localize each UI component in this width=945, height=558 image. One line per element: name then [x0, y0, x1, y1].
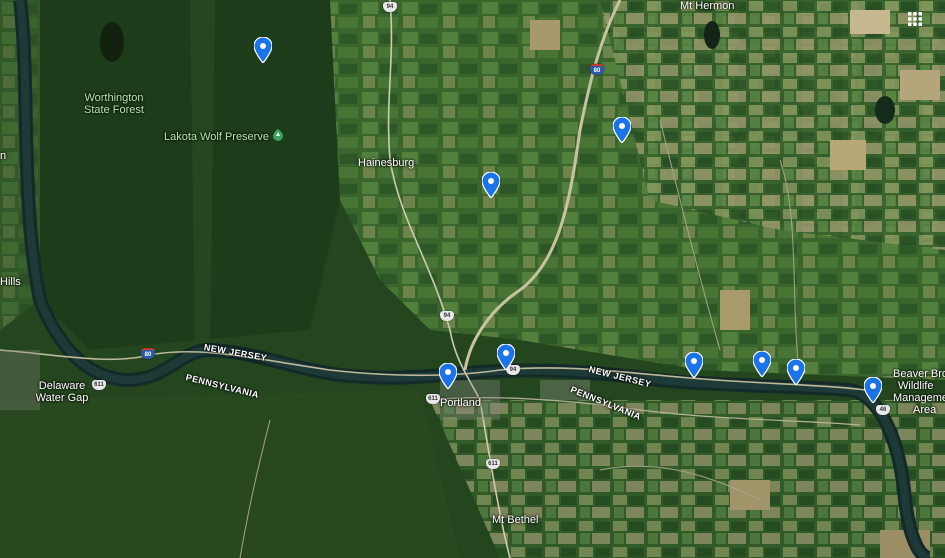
interstate-shield-80-west: 80: [141, 348, 155, 359]
place-label-beaver-brook-2: Wildlife: [898, 380, 934, 392]
satellite-terrain: [0, 0, 945, 558]
place-label-water-gap: Water Gap: [35, 392, 89, 404]
place-label-delaware: Delaware: [38, 380, 86, 392]
place-label-beaver-brook-4: Area: [913, 404, 937, 416]
place-label-beaver-brook-3: Manageme: [893, 392, 945, 404]
location-pin-icon[interactable]: [864, 377, 882, 403]
place-label-mt-bethel: Mt Bethel: [492, 514, 539, 526]
apps-grid-icon[interactable]: [906, 10, 924, 28]
place-label-worthington: Worthington: [84, 92, 144, 104]
place-label-mt-hermon: Mt Hermon: [680, 0, 735, 12]
location-pin-icon[interactable]: [439, 363, 457, 389]
satellite-map[interactable]: Mt Hermon Worthington State Forest Lakot…: [0, 0, 945, 558]
location-pin-icon[interactable]: [787, 359, 805, 385]
route-shield-94-north: 94: [383, 2, 397, 12]
location-pin-icon[interactable]: [497, 344, 515, 370]
place-label-n-fragment: n: [0, 150, 7, 162]
park-icon[interactable]: [273, 129, 283, 141]
place-label-hainesburg: Hainesburg: [358, 157, 415, 169]
route-shield-611: 611: [92, 380, 106, 390]
location-pin-icon[interactable]: [482, 172, 500, 198]
route-shield-611-portland: 611: [426, 394, 440, 404]
interstate-shield-80-east: 80: [590, 64, 604, 75]
route-shield-611-south: 611: [486, 459, 500, 469]
route-shield-46: 46: [876, 405, 890, 415]
place-label-hills-fragment: Hills: [0, 276, 21, 288]
place-label-state-forest: State Forest: [84, 104, 144, 116]
place-label-beaver-brook-1: Beaver Bro: [893, 368, 945, 380]
location-pin-icon[interactable]: [753, 351, 771, 377]
place-label-portland: Portland: [440, 397, 481, 409]
place-label-lakota-wolf-preserve: Lakota Wolf Preserve: [164, 131, 269, 143]
location-pin-icon[interactable]: [613, 117, 631, 143]
location-pin-icon[interactable]: [254, 37, 272, 63]
location-pin-icon[interactable]: [685, 352, 703, 378]
route-shield-94-mid: 94: [440, 311, 454, 321]
